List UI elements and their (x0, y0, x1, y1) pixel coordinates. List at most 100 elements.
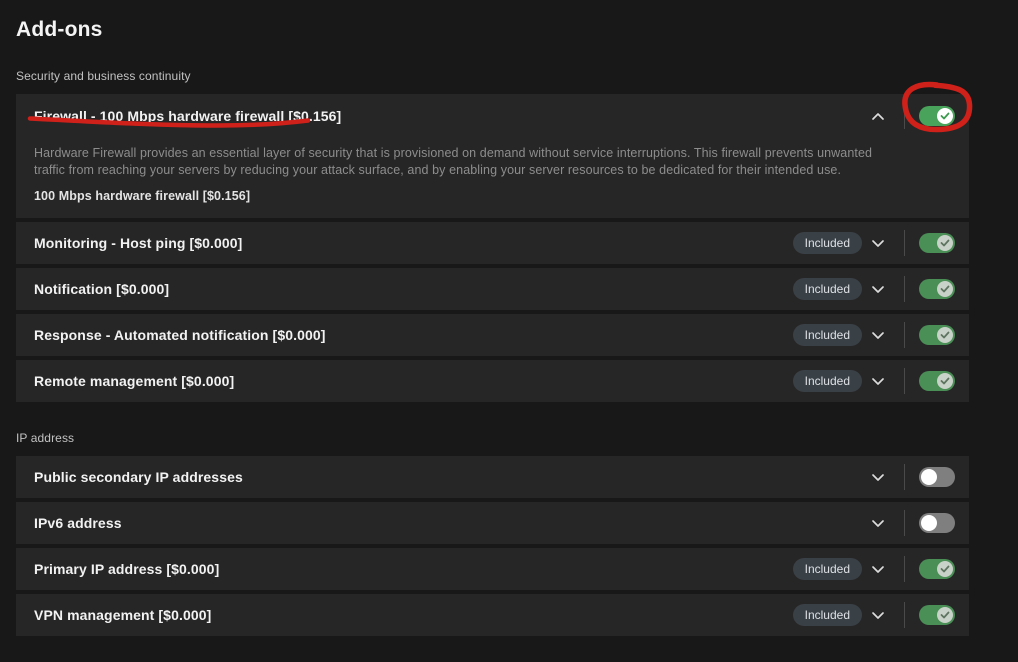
divider (904, 230, 905, 256)
check-icon (940, 239, 950, 247)
addon-row-header[interactable]: Remote management [$0.000] Included (16, 360, 969, 402)
addon-title: Response - Automated notification [$0.00… (34, 327, 326, 343)
chevron-down-icon (871, 239, 885, 248)
toggle-switch[interactable] (919, 325, 955, 345)
addon-row-header[interactable]: Firewall - 100 Mbps hardware firewall [$… (16, 94, 969, 138)
addon-row-header[interactable]: VPN management [$0.000] Included (16, 594, 969, 636)
addon-card: Remote management [$0.000] Included (16, 360, 969, 402)
toggle-knob (921, 469, 937, 485)
included-badge: Included (793, 324, 862, 346)
divider (904, 276, 905, 302)
row-controls: Included (793, 322, 955, 348)
row-controls: Included (793, 602, 955, 628)
addon-title: Remote management [$0.000] (34, 373, 234, 389)
row-controls: Included (793, 556, 955, 582)
addon-card: Monitoring - Host ping [$0.000] Included (16, 222, 969, 264)
toggle-knob (937, 373, 953, 389)
row-controls: Included (793, 276, 955, 302)
toggle-knob (937, 561, 953, 577)
addon-title: Primary IP address [$0.000] (34, 561, 219, 577)
chevron-down-icon (871, 473, 885, 482)
row-controls: Included (793, 230, 955, 256)
chevron-up-icon (871, 112, 885, 121)
check-icon (940, 331, 950, 339)
divider (904, 464, 905, 490)
included-badge: Included (793, 558, 862, 580)
divider (904, 103, 905, 129)
toggle-knob (937, 607, 953, 623)
check-icon (940, 112, 950, 120)
included-badge: Included (793, 278, 862, 300)
toggle-switch[interactable] (919, 605, 955, 625)
addons-page: Add-ons Security and business continuity… (0, 0, 1018, 662)
addon-details: Hardware Firewall provides an essential … (16, 145, 969, 218)
expand-collapse-button[interactable] (866, 465, 890, 489)
divider (904, 602, 905, 628)
addon-row-header[interactable]: Monitoring - Host ping [$0.000] Included (16, 222, 969, 264)
addon-row-header[interactable]: Response - Automated notification [$0.00… (16, 314, 969, 356)
check-icon (940, 285, 950, 293)
addon-card: Public secondary IP addresses (16, 456, 969, 498)
addon-card: VPN management [$0.000] Included (16, 594, 969, 636)
row-controls (866, 510, 955, 536)
divider (904, 556, 905, 582)
row-controls (866, 464, 955, 490)
addon-row-header[interactable]: Public secondary IP addresses (16, 456, 969, 498)
addon-card: Primary IP address [$0.000] Included (16, 548, 969, 590)
expand-collapse-button[interactable] (866, 277, 890, 301)
addon-card: Firewall - 100 Mbps hardware firewall [$… (16, 94, 969, 218)
expand-collapse-button[interactable] (866, 557, 890, 581)
chevron-down-icon (871, 285, 885, 294)
addon-section: IP address Public secondary IP addresses (16, 431, 969, 636)
row-controls (866, 103, 955, 129)
divider (904, 510, 905, 536)
addon-title: Notification [$0.000] (34, 281, 169, 297)
toggle-knob (937, 235, 953, 251)
chevron-down-icon (871, 377, 885, 386)
section-label: IP address (16, 431, 969, 445)
addon-section: Security and business continuity Firewal… (16, 69, 969, 402)
included-badge: Included (793, 370, 862, 392)
toggle-switch[interactable] (919, 233, 955, 253)
toggle-knob (921, 515, 937, 531)
expand-collapse-button[interactable] (866, 511, 890, 535)
toggle-switch[interactable] (919, 559, 955, 579)
section-rows: Public secondary IP addresses IPv6 addre… (16, 456, 969, 636)
check-icon (940, 377, 950, 385)
divider (904, 368, 905, 394)
toggle-knob (937, 281, 953, 297)
addon-title: Public secondary IP addresses (34, 469, 243, 485)
section-rows: Firewall - 100 Mbps hardware firewall [$… (16, 94, 969, 402)
included-badge: Included (793, 232, 862, 254)
addon-title: VPN management [$0.000] (34, 607, 211, 623)
addon-row-header[interactable]: Notification [$0.000] Included (16, 268, 969, 310)
addon-card: Notification [$0.000] Included (16, 268, 969, 310)
addons-sections: Security and business continuity Firewal… (16, 69, 1018, 636)
expand-collapse-button[interactable] (866, 231, 890, 255)
row-controls: Included (793, 368, 955, 394)
chevron-down-icon (871, 565, 885, 574)
addon-selected-option: 100 Mbps hardware firewall [$0.156] (34, 189, 951, 203)
addon-title: IPv6 address (34, 515, 122, 531)
page-title: Add-ons (16, 18, 1018, 42)
toggle-switch[interactable] (919, 106, 955, 126)
addon-row-header[interactable]: Primary IP address [$0.000] Included (16, 548, 969, 590)
chevron-down-icon (871, 331, 885, 340)
toggle-knob (937, 327, 953, 343)
addon-row-header[interactable]: IPv6 address (16, 502, 969, 544)
check-icon (940, 565, 950, 573)
expand-collapse-button[interactable] (866, 323, 890, 347)
addon-title: Monitoring - Host ping [$0.000] (34, 235, 242, 251)
addon-title: Firewall - 100 Mbps hardware firewall [$… (34, 108, 341, 124)
section-label: Security and business continuity (16, 69, 969, 83)
toggle-switch[interactable] (919, 467, 955, 487)
toggle-switch[interactable] (919, 513, 955, 533)
expand-collapse-button[interactable] (866, 104, 890, 128)
expand-collapse-button[interactable] (866, 603, 890, 627)
check-icon (940, 611, 950, 619)
toggle-knob (937, 108, 953, 124)
included-badge: Included (793, 604, 862, 626)
toggle-switch[interactable] (919, 279, 955, 299)
toggle-switch[interactable] (919, 371, 955, 391)
expand-collapse-button[interactable] (866, 369, 890, 393)
